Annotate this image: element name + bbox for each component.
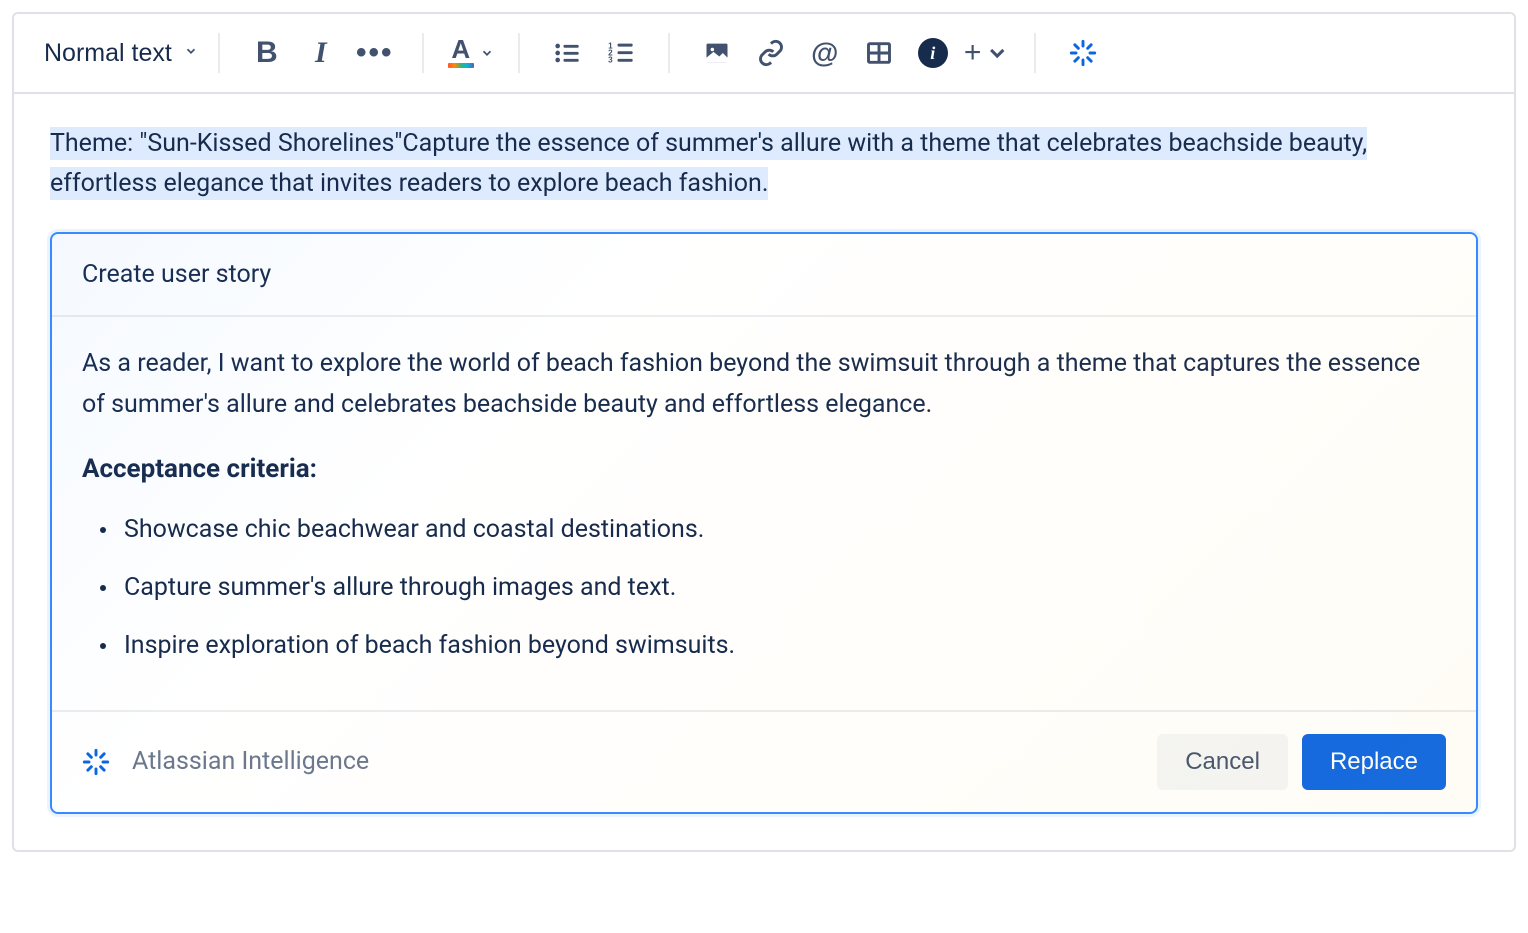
ai-group bbox=[1046, 30, 1120, 76]
formatting-group: B I ••• bbox=[230, 30, 412, 76]
ai-user-story: As a reader, I want to explore the world… bbox=[82, 343, 1446, 426]
editor-container: Normal text B I ••• A bbox=[12, 12, 1516, 852]
criteria-item: Capture summer's allure through images a… bbox=[124, 568, 1446, 608]
chevron-down-icon bbox=[985, 39, 1009, 67]
svg-text:3: 3 bbox=[608, 55, 613, 64]
insert-group: @ i + bbox=[680, 30, 1024, 76]
ai-panel-footer: Atlassian Intelligence Cancel Replace bbox=[52, 710, 1476, 812]
chevron-down-icon bbox=[184, 44, 198, 58]
text-style-dropdown[interactable]: Normal text bbox=[34, 31, 208, 76]
info-icon: i bbox=[918, 38, 948, 68]
atlassian-intelligence-button[interactable] bbox=[1060, 30, 1106, 76]
mention-button[interactable]: @ bbox=[802, 30, 848, 76]
bullet-list-button[interactable] bbox=[544, 30, 590, 76]
selected-text[interactable]: Theme: "Sun-Kissed Shorelines"Capture th… bbox=[50, 124, 1478, 204]
lists-group: 1 2 3 bbox=[530, 30, 658, 76]
image-button[interactable] bbox=[694, 30, 740, 76]
toolbar-divider bbox=[218, 33, 220, 73]
toolbar-divider bbox=[422, 33, 424, 73]
chevron-down-icon bbox=[480, 39, 494, 67]
selected-text-content: Theme: "Sun-Kissed Shorelines"Capture th… bbox=[50, 127, 1367, 200]
sparkle-icon bbox=[82, 748, 110, 776]
color-group: A bbox=[434, 30, 508, 76]
cancel-button[interactable]: Cancel bbox=[1157, 734, 1288, 790]
ai-panel-brand: Atlassian Intelligence bbox=[82, 747, 369, 776]
ai-brand-label: Atlassian Intelligence bbox=[132, 747, 369, 776]
numbered-list-icon: 1 2 3 bbox=[607, 39, 635, 67]
table-icon bbox=[865, 39, 893, 67]
numbered-list-button[interactable]: 1 2 3 bbox=[598, 30, 644, 76]
image-icon bbox=[703, 39, 731, 67]
italic-button[interactable]: I bbox=[298, 30, 344, 76]
ai-panel: Create user story As a reader, I want to… bbox=[50, 232, 1478, 814]
criteria-item: Inspire exploration of beach fashion bey… bbox=[124, 626, 1446, 666]
bold-button[interactable]: B bbox=[244, 30, 290, 76]
acceptance-criteria-heading: Acceptance criteria: bbox=[82, 454, 1446, 484]
more-formatting-button[interactable]: ••• bbox=[352, 30, 398, 76]
editor-content[interactable]: Theme: "Sun-Kissed Shorelines"Capture th… bbox=[14, 94, 1514, 850]
sparkle-icon bbox=[1069, 39, 1097, 67]
toolbar-divider bbox=[1034, 33, 1036, 73]
replace-button[interactable]: Replace bbox=[1302, 734, 1446, 790]
link-icon bbox=[757, 39, 785, 67]
editor-toolbar: Normal text B I ••• A bbox=[14, 14, 1514, 94]
text-color-icon: A bbox=[448, 38, 474, 67]
acceptance-criteria-list: Showcase chic beachwear and coastal dest… bbox=[82, 510, 1446, 666]
text-style-label: Normal text bbox=[44, 39, 172, 68]
ai-panel-title: Create user story bbox=[52, 234, 1476, 317]
ai-panel-actions: Cancel Replace bbox=[1157, 734, 1446, 790]
text-color-button[interactable]: A bbox=[448, 30, 494, 76]
info-panel-button[interactable]: i bbox=[910, 30, 956, 76]
criteria-item: Showcase chic beachwear and coastal dest… bbox=[124, 510, 1446, 550]
toolbar-divider bbox=[518, 33, 520, 73]
insert-more-button[interactable]: + bbox=[964, 30, 1010, 76]
bullet-list-icon bbox=[553, 39, 581, 67]
table-button[interactable] bbox=[856, 30, 902, 76]
toolbar-divider bbox=[668, 33, 670, 73]
plus-icon: + bbox=[964, 38, 982, 68]
link-button[interactable] bbox=[748, 30, 794, 76]
ai-panel-body: As a reader, I want to explore the world… bbox=[52, 317, 1476, 710]
